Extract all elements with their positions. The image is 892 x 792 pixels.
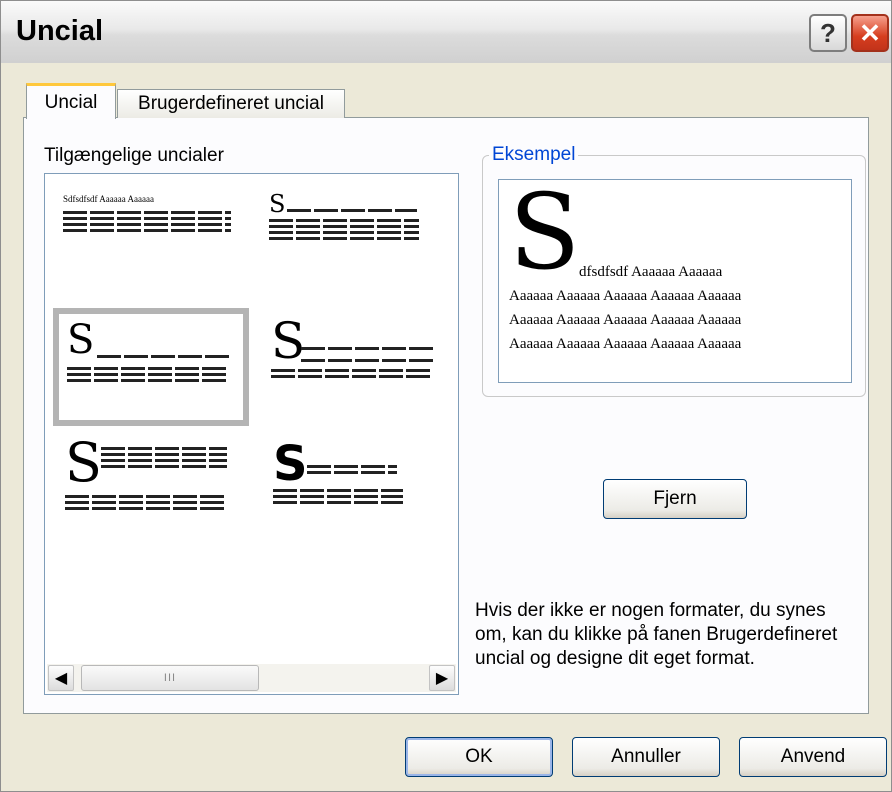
ok-button[interactable]: OK — [405, 737, 553, 777]
style-text-lines — [307, 462, 397, 477]
uncial-style-bold-s[interactable]: S — [269, 438, 459, 558]
preview-first-line: dfsdfsdf Aaaaaa Aaaaaa — [579, 264, 723, 280]
style-text-lines — [301, 356, 433, 365]
style-text-lines — [63, 208, 231, 235]
scroll-right-button[interactable]: ▶ — [429, 665, 455, 691]
style-text-lines — [67, 364, 227, 385]
arrow-right-icon: ▶ — [435, 670, 449, 687]
close-icon: ✕ — [859, 17, 881, 48]
style-initial: S — [65, 431, 102, 494]
style-first-line: Sdfsdfsdf Aaaaaa Aaaaaa — [63, 194, 154, 204]
uncial-style-large-s[interactable]: S — [267, 312, 457, 432]
style-text-lines — [301, 344, 433, 353]
style-initial: S — [67, 317, 95, 363]
uncial-style-tall-s[interactable]: S — [61, 436, 251, 556]
arrow-left-icon: ◀ — [54, 670, 68, 687]
style-text-lines — [101, 444, 227, 471]
info-text: Hvis der ikke er nogen formater, du syne… — [475, 600, 838, 669]
scroll-thumb[interactable]: III — [81, 665, 259, 691]
uncial-style-dropcap-selected[interactable]: S — [53, 308, 249, 426]
cancel-button[interactable]: Annuller — [572, 737, 720, 777]
style-text-lines — [271, 366, 433, 381]
help-icon: ? — [820, 17, 836, 48]
style-text-lines — [287, 206, 417, 215]
preview-initial: S — [509, 179, 581, 293]
style-initial: S — [273, 436, 308, 492]
style-text-lines — [269, 216, 419, 243]
style-text-lines — [273, 486, 403, 507]
example-legend: Eksempel — [489, 144, 579, 166]
title-bar: Uncial ? ✕ — [1, 1, 891, 63]
remove-button[interactable]: Fjern — [603, 479, 747, 519]
scroll-left-button[interactable]: ◀ — [48, 665, 74, 691]
close-button[interactable]: ✕ — [851, 14, 889, 52]
uncial-style-small-s[interactable]: S — [263, 192, 453, 312]
available-uncials-label: Tilgængelige uncialer — [44, 145, 224, 166]
uncial-dialog: Uncial ? ✕ Uncial Brugerdefineret uncial… — [0, 0, 892, 792]
uncial-styles-list[interactable]: Sdfsdfsdf Aaaaaa Aaaaaa S S S S S ◀ III … — [44, 173, 459, 695]
style-text-lines — [97, 352, 231, 361]
preview-line: Aaaaaa Aaaaaa Aaaaaa Aaaaaa Aaaaaa — [509, 336, 742, 352]
tab-custom-uncial[interactable]: Brugerdefineret uncial — [117, 89, 345, 118]
preview-line: Aaaaaa Aaaaaa Aaaaaa Aaaaaa Aaaaaa — [509, 288, 742, 304]
help-button[interactable]: ? — [809, 14, 847, 52]
apply-button[interactable]: Anvend — [739, 737, 887, 777]
grip-icon: III — [163, 672, 177, 684]
window-title: Uncial — [16, 15, 104, 47]
preview-line: Aaaaaa Aaaaaa Aaaaaa Aaaaaa Aaaaaa — [509, 312, 742, 328]
horizontal-scrollbar[interactable]: ◀ III ▶ — [47, 664, 456, 692]
uncial-style-none[interactable]: Sdfsdfsdf Aaaaaa Aaaaaa — [59, 192, 249, 312]
style-initial: S — [269, 190, 286, 218]
style-text-lines — [65, 492, 227, 513]
tab-uncial[interactable]: Uncial — [26, 83, 116, 119]
example-preview: S dfsdfsdf Aaaaaa Aaaaaa Aaaaaa Aaaaaa A… — [498, 179, 852, 383]
